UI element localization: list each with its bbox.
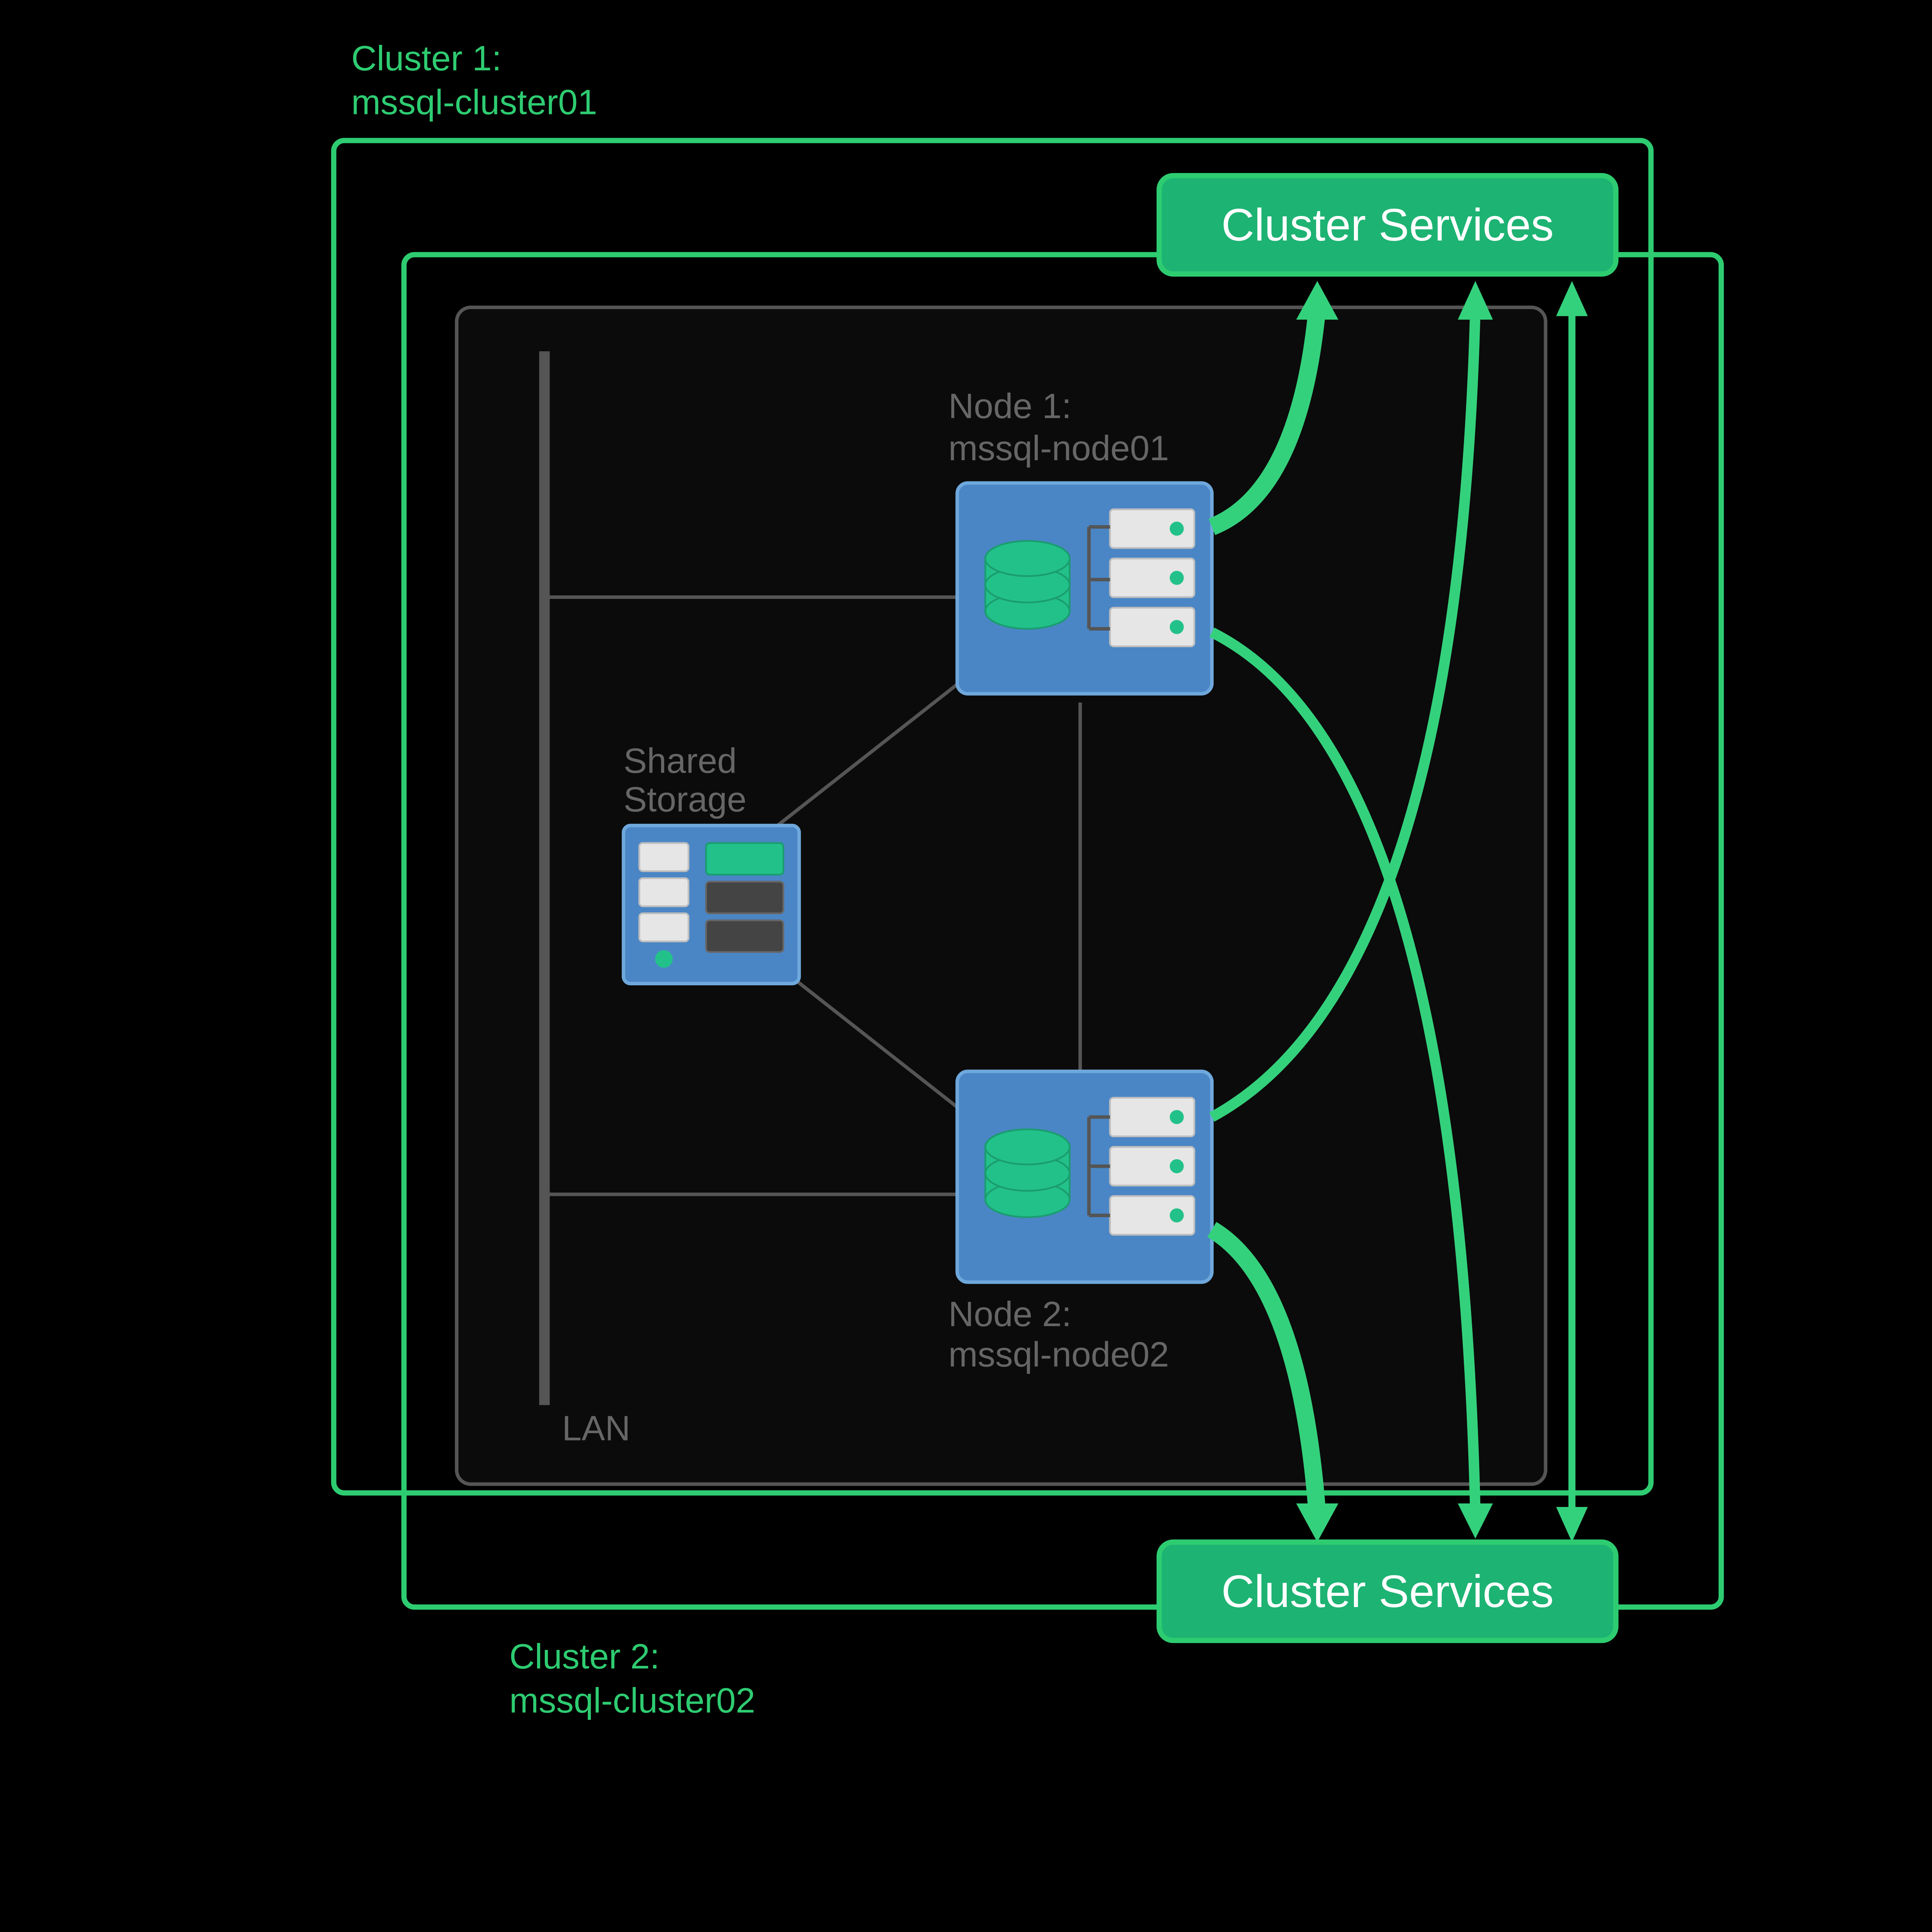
arrow-node1-top xyxy=(1296,281,1338,320)
shared-storage-node xyxy=(624,825,799,983)
node2 xyxy=(957,1071,1212,1282)
arrow-node1-cross xyxy=(1458,1503,1493,1539)
cluster-services-top: Cluster Services xyxy=(1159,176,1616,274)
node1 xyxy=(957,483,1212,694)
cluster1-label-line2: mssql-cluster01 xyxy=(351,83,597,122)
node1-label-1: Node 1: xyxy=(949,387,1071,426)
cluster-services-bottom-label: Cluster Services xyxy=(1221,1566,1554,1617)
cluster-services-bottom: Cluster Services xyxy=(1159,1542,1616,1641)
lan-label: LAN xyxy=(562,1409,631,1448)
cluster1-label-line1: Cluster 1: xyxy=(351,39,502,78)
cluster2-label-line2: mssql-cluster02 xyxy=(509,1681,755,1720)
shared-storage-label-1: Shared xyxy=(624,742,737,781)
arrow-svc-bottom xyxy=(1556,1507,1588,1542)
arrow-svc-top xyxy=(1556,281,1588,316)
cluster-diagram: Cluster 1: mssql-cluster01 Cluster 2: ms… xyxy=(0,0,1932,1756)
node2-label-1: Node 2: xyxy=(949,1295,1071,1334)
cluster-services-top-label: Cluster Services xyxy=(1221,200,1554,251)
shared-storage-label-2: Storage xyxy=(624,780,747,819)
node1-label-2: mssql-node01 xyxy=(949,429,1169,468)
cluster2-label-line1: Cluster 2: xyxy=(509,1637,660,1676)
arrow-node2-cross xyxy=(1458,281,1493,320)
arrow-node2-bottom xyxy=(1296,1503,1338,1542)
node2-label-2: mssql-node02 xyxy=(949,1335,1169,1374)
